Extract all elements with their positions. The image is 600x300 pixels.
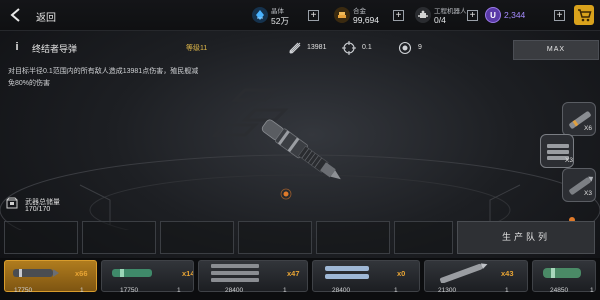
inventory-qty-1: x66 bbox=[75, 269, 88, 278]
inventory-sub-6: 1 bbox=[590, 287, 594, 294]
green-missile-icon bbox=[112, 269, 152, 277]
info-icon[interactable]: i bbox=[12, 41, 22, 53]
variant-count-2: X3 bbox=[565, 157, 573, 164]
shop-button[interactable] bbox=[574, 5, 594, 25]
queue-slot-1[interactable] bbox=[4, 221, 78, 254]
robot-icon bbox=[415, 7, 431, 23]
damage-value: 13981 bbox=[307, 44, 327, 51]
item-description: 对目标半径0.1范围内的所有敌人造成13981点伤害，殖民舰减 免80%的伤害 bbox=[8, 66, 248, 90]
add-robot-button[interactable]: + bbox=[467, 10, 478, 21]
inventory-qty-4: x0 bbox=[397, 269, 406, 278]
count-value: 9 bbox=[418, 44, 422, 51]
crystal-label: 晶体 bbox=[271, 8, 284, 15]
alloy-value: 99,694 bbox=[353, 15, 379, 25]
inventory-value-6: 24850 bbox=[550, 287, 569, 294]
target-icon bbox=[398, 41, 412, 55]
inventory-sub-5: 1 bbox=[505, 287, 509, 294]
inventory-sub-4: 1 bbox=[394, 287, 398, 294]
cluster-missile-icon bbox=[211, 264, 259, 282]
back-label: 返回 bbox=[36, 13, 56, 24]
add-premium-button[interactable]: + bbox=[554, 10, 565, 21]
storage-count: 170/170 bbox=[25, 206, 51, 213]
inventory-qty-5: x43 bbox=[501, 269, 514, 278]
inventory-value-5: 21300 bbox=[438, 287, 457, 294]
item-name: 终结者导弹 bbox=[32, 44, 78, 54]
alloy-label: 合金 bbox=[353, 8, 366, 15]
inventory-value-2: 17750 bbox=[120, 287, 139, 294]
alloy-icon bbox=[334, 7, 350, 23]
blue-missile-icon bbox=[325, 266, 369, 279]
variant-count-1: X6 bbox=[584, 125, 592, 132]
back-arrow-icon bbox=[10, 8, 20, 22]
queue-slot-6[interactable] bbox=[394, 221, 453, 254]
inventory-sub-3: 1 bbox=[283, 287, 287, 294]
production-queue-button[interactable]: 生产队列 bbox=[457, 221, 595, 254]
queue-slot-5[interactable] bbox=[316, 221, 390, 254]
missile-icon bbox=[13, 269, 59, 277]
description-line-2: 免80%的伤害 bbox=[8, 80, 51, 87]
cart-icon bbox=[578, 9, 592, 22]
crosshair-icon bbox=[342, 41, 356, 55]
inventory-value-4: 28400 bbox=[332, 287, 351, 294]
item-level: 等级11 bbox=[186, 45, 208, 52]
add-alloy-button[interactable]: + bbox=[393, 10, 404, 21]
add-crystal-button[interactable]: + bbox=[308, 10, 319, 21]
rocket-icon bbox=[439, 263, 488, 283]
robot-label: 工程机器人 bbox=[434, 8, 467, 15]
back-button[interactable] bbox=[6, 6, 28, 24]
premium-value: 2,344 bbox=[504, 10, 526, 20]
u-coin-icon: U bbox=[485, 7, 501, 23]
inventory-sub-2: 1 bbox=[177, 287, 181, 294]
inventory-qty-3: x47 bbox=[287, 269, 300, 278]
missile-model bbox=[261, 119, 341, 180]
queue-slot-2[interactable] bbox=[82, 221, 156, 254]
damage-icon bbox=[289, 42, 301, 54]
queue-slot-3[interactable] bbox=[160, 221, 234, 254]
variant-count-3: X3 bbox=[584, 190, 592, 197]
max-button[interactable]: MAX bbox=[513, 40, 599, 60]
inventory-sub-1: 1 bbox=[80, 287, 84, 294]
inventory-value-1: 17750 bbox=[14, 287, 33, 294]
description-line-1: 对目标半径0.1范围内的所有敌人造成13981点伤害，殖民舰减 bbox=[8, 68, 199, 75]
radius-value: 0.1 bbox=[362, 44, 372, 51]
crystal-value: 52万 bbox=[271, 16, 289, 26]
inventory-item-4[interactable]: x0 bbox=[312, 260, 420, 292]
queue-slot-4[interactable] bbox=[238, 221, 312, 254]
storage-icon bbox=[6, 197, 18, 209]
inventory-item-3[interactable]: x47 bbox=[198, 260, 308, 292]
crystal-icon bbox=[252, 7, 268, 23]
robot-value: 0/4 bbox=[434, 15, 446, 25]
green-capsule-icon bbox=[543, 268, 581, 278]
inventory-qty-2: x14 bbox=[182, 269, 194, 278]
rocket-icon bbox=[569, 176, 594, 195]
inventory-value-3: 28400 bbox=[225, 287, 244, 294]
